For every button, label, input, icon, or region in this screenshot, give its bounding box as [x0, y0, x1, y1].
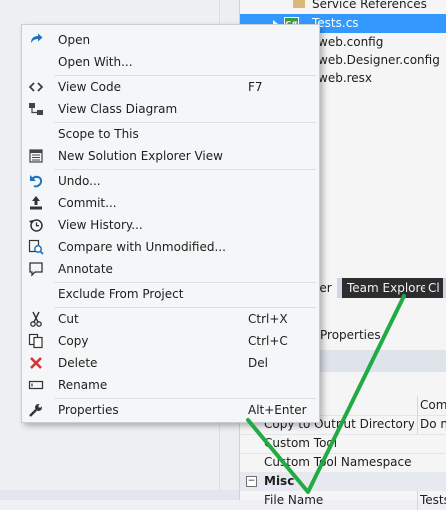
code-brackets-icon: [28, 79, 44, 95]
context-menu: Open Open With... View Code F7 View Clas…: [21, 24, 320, 423]
editor-bottom-strip: [0, 490, 239, 500]
open-arrow-icon: [28, 32, 44, 48]
menu-item-label: View Code: [58, 80, 122, 94]
menu-item-view-code[interactable]: View Code F7: [24, 76, 317, 98]
menu-item-label: View Class Diagram: [58, 102, 178, 116]
tab-team-explorer[interactable]: Team Explorer: [342, 278, 438, 298]
menu-item-label: Scope to This: [58, 127, 139, 141]
menu-item-label: Commit...: [58, 196, 117, 210]
property-value[interactable]: Tests: [417, 491, 446, 510]
menu-item-label: Compare with Unmodified...: [58, 240, 226, 254]
property-row[interactable]: File Name Tests: [240, 491, 446, 510]
undo-icon: [28, 173, 44, 189]
menu-item-annotate[interactable]: Annotate: [24, 258, 317, 280]
property-name: Custom Tool: [264, 436, 338, 450]
menu-item-properties[interactable]: Properties Alt+Enter: [24, 399, 317, 421]
menu-item-label: Open With...: [58, 55, 133, 69]
property-name: Custom Tool Namespace: [264, 455, 412, 469]
wrench-icon: [28, 402, 44, 418]
menu-item-open-with[interactable]: Open With...: [24, 51, 317, 73]
menu-item-label: Undo...: [58, 174, 101, 188]
menu-item-copy[interactable]: Copy Ctrl+C: [24, 330, 317, 352]
rename-icon: [28, 377, 44, 393]
properties-title: Properties: [320, 328, 381, 342]
new-view-icon: [28, 148, 44, 164]
compare-icon: [28, 239, 44, 255]
tab-class-view[interactable]: Cl: [425, 278, 443, 298]
property-value[interactable]: Do no: [417, 415, 446, 434]
menu-item-label: Annotate: [58, 262, 113, 276]
scissors-icon: [28, 311, 44, 327]
menu-item-shortcut: F7: [248, 80, 263, 94]
menu-item-shortcut: Ctrl+X: [248, 312, 288, 326]
menu-item-cut[interactable]: Cut Ctrl+X: [24, 308, 317, 330]
annotate-icon: [28, 261, 44, 277]
tree-item-label: web.config: [318, 35, 384, 49]
class-diagram-icon: [28, 101, 44, 117]
menu-item-label: Properties: [58, 403, 119, 417]
delete-x-icon: [28, 355, 44, 371]
menu-item-exclude-from-project[interactable]: Exclude From Project: [24, 283, 317, 305]
property-category-misc[interactable]: − Misc: [240, 472, 446, 491]
property-value[interactable]: Comp: [417, 396, 446, 415]
history-clock-icon: [28, 217, 44, 233]
menu-item-scope-to-this[interactable]: Scope to This: [24, 123, 317, 145]
menu-item-compare-with-unmodified[interactable]: Compare with Unmodified...: [24, 236, 317, 258]
menu-item-view-history[interactable]: View History...: [24, 214, 317, 236]
collapse-toggle-icon[interactable]: −: [246, 476, 257, 487]
property-row[interactable]: Custom Tool Namespace: [240, 453, 446, 473]
menu-item-label: Copy: [58, 334, 89, 348]
menu-item-label: Rename: [58, 378, 108, 392]
menu-item-label: Delete: [58, 356, 98, 370]
menu-item-label: Exclude From Project: [58, 287, 184, 301]
copy-icon: [28, 333, 44, 349]
menu-item-shortcut: Alt+Enter: [248, 403, 307, 417]
menu-item-open[interactable]: Open: [24, 29, 317, 51]
menu-item-label: View History...: [58, 218, 143, 232]
menu-item-new-solution-explorer-view[interactable]: New Solution Explorer View: [24, 145, 317, 167]
menu-item-commit[interactable]: Commit...: [24, 192, 317, 214]
menu-item-shortcut: Ctrl+C: [248, 334, 288, 348]
menu-item-shortcut: Del: [248, 356, 268, 370]
property-row[interactable]: Custom Tool: [240, 434, 446, 454]
menu-item-rename[interactable]: Rename: [24, 374, 317, 396]
tree-item-label: Service References: [312, 0, 427, 11]
menu-item-label: Open: [58, 33, 91, 47]
menu-item-label: New Solution Explorer View: [58, 149, 223, 163]
tree-item-label: web.resx: [318, 71, 373, 85]
folder-icon: [293, 0, 305, 8]
property-name: File Name: [264, 493, 324, 507]
tree-item-service-references[interactable]: Service References: [240, 0, 446, 14]
menu-item-undo[interactable]: Undo...: [24, 170, 317, 192]
commit-icon: [28, 195, 44, 211]
category-label: Misc: [264, 474, 295, 488]
menu-item-label: Cut: [58, 312, 79, 326]
menu-item-delete[interactable]: Delete Del: [24, 352, 317, 374]
menu-item-view-class-diagram[interactable]: View Class Diagram: [24, 98, 317, 120]
tree-item-label: web.Designer.config: [318, 53, 440, 67]
